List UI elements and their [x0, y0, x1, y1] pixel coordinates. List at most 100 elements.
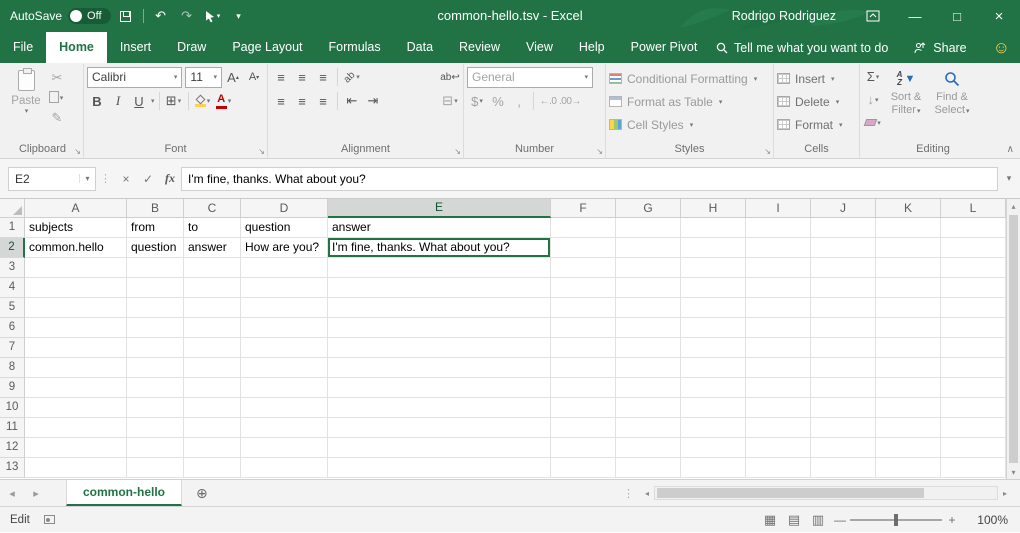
cell-D4[interactable]: [241, 278, 328, 298]
cell-K7[interactable]: [876, 338, 941, 358]
cell-F1[interactable]: [551, 218, 616, 238]
select-all-corner[interactable]: [0, 199, 25, 218]
cell-L6[interactable]: [941, 318, 1006, 338]
cell-B3[interactable]: [127, 258, 184, 278]
paste-button[interactable]: Paste ▾: [5, 65, 47, 133]
tab-page-layout[interactable]: Page Layout: [219, 32, 315, 63]
cell-H1[interactable]: [681, 218, 746, 238]
tab-draw[interactable]: Draw: [164, 32, 219, 63]
accounting-format-button[interactable]: $▾: [467, 90, 487, 112]
cell-I2[interactable]: [746, 238, 811, 258]
cell-B5[interactable]: [127, 298, 184, 318]
sheet-nav-prev-button[interactable]: ◂: [0, 487, 24, 500]
column-header-B[interactable]: B: [127, 199, 184, 218]
new-sheet-button[interactable]: ⊕: [196, 485, 208, 502]
tab-file[interactable]: File: [0, 32, 46, 63]
cell-A7[interactable]: [25, 338, 127, 358]
tab-formulas[interactable]: Formulas: [316, 32, 394, 63]
row-header-13[interactable]: 13: [0, 458, 25, 478]
cell-J10[interactable]: [811, 398, 876, 418]
cell-A8[interactable]: [25, 358, 127, 378]
cell-F6[interactable]: [551, 318, 616, 338]
cell-D6[interactable]: [241, 318, 328, 338]
cell-I13[interactable]: [746, 458, 811, 478]
tell-me-box[interactable]: Tell me what you want to do: [716, 41, 888, 55]
cell-D3[interactable]: [241, 258, 328, 278]
italic-button[interactable]: I: [108, 90, 128, 112]
cell-G2[interactable]: [616, 238, 681, 258]
cell-A6[interactable]: [25, 318, 127, 338]
sort-filter-button[interactable]: AZ▼ Sort & Filter▾: [883, 65, 929, 142]
align-left-button[interactable]: ≡: [271, 90, 291, 112]
row-header-6[interactable]: 6: [0, 318, 25, 338]
cell-D9[interactable]: [241, 378, 328, 398]
cell-G10[interactable]: [616, 398, 681, 418]
cell-J9[interactable]: [811, 378, 876, 398]
cell-B8[interactable]: [127, 358, 184, 378]
cell-styles-button[interactable]: Cell Styles ▾: [609, 113, 770, 136]
cell-G1[interactable]: [616, 218, 681, 238]
cell-A12[interactable]: [25, 438, 127, 458]
cell-B4[interactable]: [127, 278, 184, 298]
cell-E7[interactable]: [328, 338, 551, 358]
cell-H7[interactable]: [681, 338, 746, 358]
cell-D1[interactable]: question: [241, 218, 328, 238]
cell-H4[interactable]: [681, 278, 746, 298]
cell-A10[interactable]: [25, 398, 127, 418]
cell-K2[interactable]: [876, 238, 941, 258]
row-header-4[interactable]: 4: [0, 278, 25, 298]
cell-B12[interactable]: [127, 438, 184, 458]
cell-G5[interactable]: [616, 298, 681, 318]
cell-L3[interactable]: [941, 258, 1006, 278]
zoom-thumb[interactable]: [894, 514, 898, 526]
cell-G6[interactable]: [616, 318, 681, 338]
cell-C5[interactable]: [184, 298, 241, 318]
cell-K10[interactable]: [876, 398, 941, 418]
cell-I4[interactable]: [746, 278, 811, 298]
cell-E11[interactable]: [328, 418, 551, 438]
column-header-J[interactable]: J: [811, 199, 876, 218]
cell-I5[interactable]: [746, 298, 811, 318]
fill-button[interactable]: ↓▾: [863, 88, 883, 111]
cell-A4[interactable]: [25, 278, 127, 298]
percent-style-button[interactable]: %: [488, 90, 508, 112]
confirm-entry-button[interactable]: ✓: [137, 167, 159, 191]
cell-E2[interactable]: I'm fine, thanks. What about you?: [328, 238, 551, 258]
cell-H6[interactable]: [681, 318, 746, 338]
cell-B13[interactable]: [127, 458, 184, 478]
cell-A5[interactable]: [25, 298, 127, 318]
cell-L8[interactable]: [941, 358, 1006, 378]
cell-A2[interactable]: common.hello: [25, 238, 127, 258]
format-painter-button[interactable]: ✎: [47, 108, 67, 128]
cell-L1[interactable]: [941, 218, 1006, 238]
scroll-left-button[interactable]: ◂: [640, 486, 654, 500]
cell-L2[interactable]: [941, 238, 1006, 258]
zoom-in-button[interactable]: +: [942, 513, 962, 527]
cell-H8[interactable]: [681, 358, 746, 378]
cell-H12[interactable]: [681, 438, 746, 458]
row-header-5[interactable]: 5: [0, 298, 25, 318]
cut-button[interactable]: ✂: [47, 68, 67, 88]
cell-J8[interactable]: [811, 358, 876, 378]
cell-E1[interactable]: answer: [328, 218, 551, 238]
zoom-out-button[interactable]: —: [830, 513, 850, 527]
cell-E5[interactable]: [328, 298, 551, 318]
column-header-C[interactable]: C: [184, 199, 241, 218]
merge-center-button[interactable]: ⊟▾: [440, 90, 460, 112]
tab-home[interactable]: Home: [46, 32, 107, 63]
cell-A9[interactable]: [25, 378, 127, 398]
cell-L7[interactable]: [941, 338, 1006, 358]
format-as-table-button[interactable]: Format as Table ▾: [609, 90, 770, 113]
conditional-formatting-button[interactable]: Conditional Formatting ▾: [609, 67, 770, 90]
cell-K8[interactable]: [876, 358, 941, 378]
cell-E10[interactable]: [328, 398, 551, 418]
maximize-button[interactable]: □: [936, 0, 978, 32]
cell-H11[interactable]: [681, 418, 746, 438]
column-header-D[interactable]: D: [241, 199, 328, 218]
cell-J4[interactable]: [811, 278, 876, 298]
cell-L4[interactable]: [941, 278, 1006, 298]
cell-F10[interactable]: [551, 398, 616, 418]
cell-B2[interactable]: question: [127, 238, 184, 258]
font-color-button[interactable]: A▾: [214, 90, 234, 112]
cell-C12[interactable]: [184, 438, 241, 458]
